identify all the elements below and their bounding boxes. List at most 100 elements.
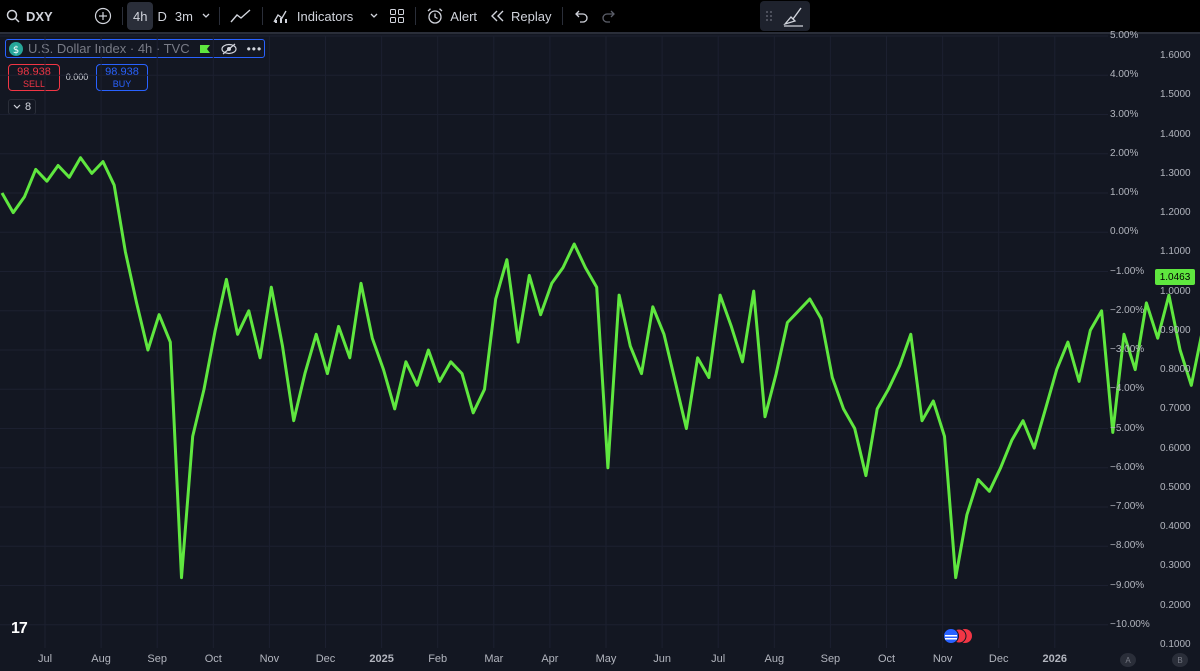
time-tick-label: Nov	[932, 653, 953, 665]
tradingview-logo[interactable]: 17	[11, 620, 28, 638]
brush-icon	[783, 7, 803, 27]
layouts-button[interactable]	[383, 0, 411, 32]
collapse-indicators-button[interactable]: 8	[8, 99, 36, 115]
more-options-icon[interactable]: •••	[247, 42, 263, 56]
economic-events-marker[interactable]	[943, 628, 973, 644]
price-tick-label: 0.1000	[1160, 638, 1191, 650]
alert-button[interactable]: Alert	[420, 0, 483, 32]
badge-a-label: A	[1125, 655, 1131, 665]
chart-type-button[interactable]	[224, 0, 258, 32]
sell-button[interactable]: 98.938 SELL	[8, 64, 60, 91]
timeframe-dropdown[interactable]	[197, 0, 215, 32]
time-tick-label: 2025	[369, 653, 394, 665]
percent-tick-label: 5.00%	[1110, 30, 1139, 41]
eye-hidden-icon[interactable]	[220, 43, 237, 55]
svg-text:$: $	[13, 45, 19, 56]
toolbar-divider	[415, 7, 417, 25]
flag-icon[interactable]	[199, 44, 211, 54]
percent-tick-label: −6.00%	[1110, 461, 1145, 473]
toolbar-divider	[561, 7, 563, 25]
percent-tick-label: −1.00%	[1110, 265, 1145, 277]
percent-tick-label: 4.00%	[1110, 69, 1139, 81]
percent-tick-label: −4.00%	[1110, 383, 1145, 395]
indicators-label: Indicators	[296, 8, 354, 24]
price-tick-label: 1.3000	[1160, 167, 1191, 179]
time-tick-label: Dec	[988, 653, 1009, 665]
sell-price: 98.938	[17, 66, 51, 78]
timeframe-4h[interactable]: 4h	[127, 2, 154, 30]
badge-b-label: B	[1177, 655, 1183, 665]
top-toolbar: DXY 4h D 3m Indicators Alert Replay	[0, 0, 1200, 34]
drawing-tools-button[interactable]	[760, 1, 810, 31]
redo-button[interactable]	[595, 0, 623, 32]
price-tick-label: 1.6000	[1160, 50, 1191, 61]
symbol-search[interactable]: DXY	[0, 0, 88, 32]
percent-tick-label: 0.00%	[1110, 226, 1139, 238]
percent-tick-label: −7.00%	[1110, 501, 1145, 512]
search-icon	[6, 9, 20, 23]
timeframe-label: 4h	[133, 8, 148, 24]
symbol-label: DXY	[26, 8, 53, 24]
price-tick-label: 0.9000	[1160, 324, 1191, 336]
time-tick-label: Oct	[204, 653, 222, 665]
badge-b[interactable]: B	[1172, 653, 1188, 667]
percent-tick-label: −9.00%	[1110, 579, 1145, 591]
plus-circle-icon	[94, 7, 112, 25]
timeframe-label: 3m	[174, 8, 193, 24]
time-tick-label: Feb	[428, 653, 448, 665]
timeframe-d[interactable]: D	[153, 0, 170, 32]
price-tick-label: 1.4000	[1160, 128, 1191, 140]
percent-tick-label: −2.00%	[1110, 304, 1145, 316]
time-tick-label: Jul	[711, 653, 726, 665]
time-tick-label: Jul	[37, 653, 53, 665]
time-tick-label: Nov	[259, 653, 280, 665]
percent-tick-label: −5.00%	[1110, 422, 1145, 434]
series-line	[0, 156, 1200, 580]
toolbar-divider	[122, 7, 123, 25]
price-tick-label: 0.2000	[1160, 599, 1191, 611]
spread-value: 0.000	[65, 72, 89, 82]
undo-icon	[574, 10, 588, 23]
chevron-down-icon	[202, 13, 210, 18]
indicators-button[interactable]: Indicators	[267, 0, 359, 32]
us-flag-icon	[943, 628, 972, 644]
toolbar-divider	[218, 7, 220, 25]
price-tick-label: 0.6000	[1160, 442, 1191, 454]
redo-icon	[601, 10, 615, 23]
undo-button[interactable]	[567, 0, 595, 32]
time-tick-label: Apr	[541, 653, 559, 665]
toolbar-divider	[261, 7, 263, 25]
price-chart[interactable]	[0, 0, 1200, 671]
buy-button[interactable]: 98.938 BUY	[96, 64, 148, 91]
series-legend[interactable]: $ U.S. Dollar Index · 4h · TVC •••	[5, 39, 265, 58]
percent-tick-label: 3.00%	[1110, 108, 1139, 120]
indicators-icon	[273, 10, 287, 23]
badge-a[interactable]: A	[1120, 653, 1136, 667]
percent-tick-label: −8.00%	[1110, 540, 1145, 552]
time-tick-label: 2026	[1042, 653, 1068, 665]
price-tick-label: 0.4000	[1160, 521, 1191, 532]
time-tick-label: Dec	[315, 653, 336, 665]
price-tick-label: 0.8000	[1160, 364, 1191, 375]
buy-price: 98.938	[105, 66, 139, 78]
timeframe-3m[interactable]: 3m	[171, 0, 197, 32]
compare-button[interactable]	[88, 0, 118, 32]
replay-icon	[491, 10, 504, 22]
percent-tick-label: 1.00%	[1110, 187, 1139, 198]
replay-button[interactable]: Replay	[483, 0, 557, 32]
replay-label: Replay	[511, 8, 552, 24]
time-tick-label: Aug	[764, 653, 785, 665]
collapse-count: 8	[24, 101, 32, 113]
indicators-dropdown[interactable]	[359, 0, 383, 32]
drag-handle-icon	[766, 11, 772, 21]
alert-label: Alert	[450, 8, 478, 24]
timeframe-label: D	[157, 8, 167, 24]
percent-tick-label: −10.00%	[1110, 618, 1150, 630]
time-tick-label: Aug	[91, 653, 111, 665]
grid-icon	[390, 9, 405, 23]
sell-label: SELL	[22, 79, 46, 89]
line-chart-icon	[230, 9, 251, 23]
chevron-down-icon	[13, 104, 21, 109]
time-tick-label: May	[595, 653, 617, 665]
chevron-down-icon	[370, 13, 378, 18]
